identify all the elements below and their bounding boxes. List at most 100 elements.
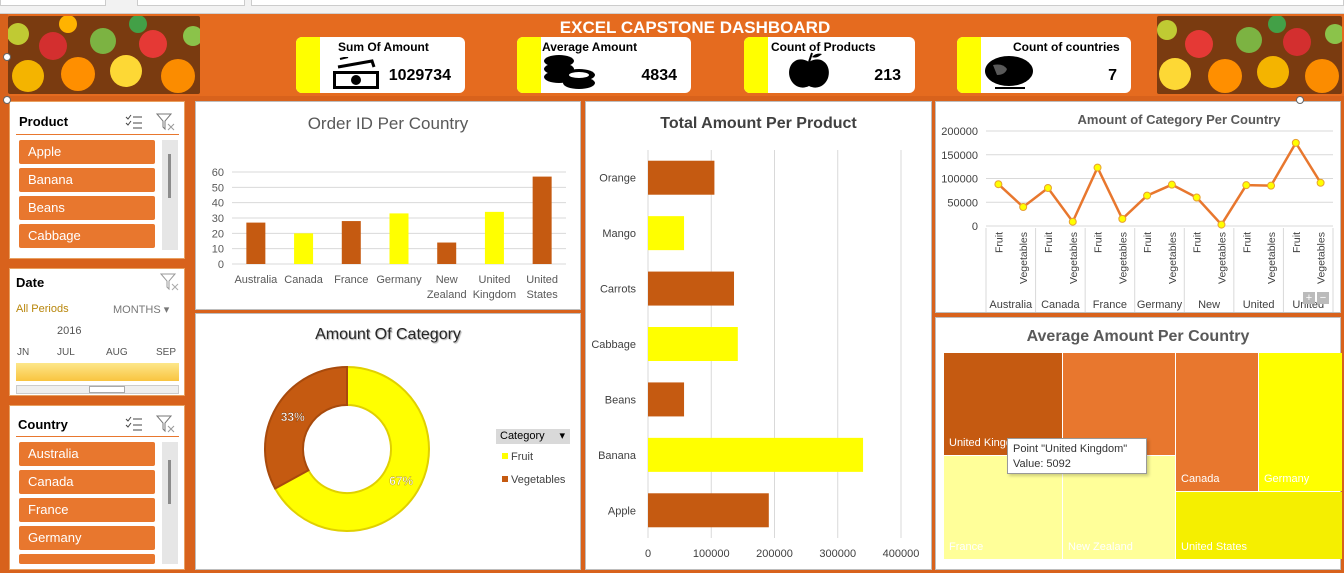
- x-tick-label: Vegetables: [1316, 232, 1328, 284]
- x-tick-label: States: [527, 289, 559, 301]
- legend-filter-button[interactable]: Category ▾: [496, 429, 570, 444]
- kpi-label: Sum Of Amount: [338, 40, 429, 54]
- y-tick-label: 150000: [941, 150, 978, 162]
- treemap-tile[interactable]: United States: [1176, 492, 1342, 559]
- timeline-scrollbar[interactable]: [16, 385, 179, 394]
- clear-filter-icon[interactable]: [156, 113, 176, 131]
- slicer-item-germany[interactable]: Germany: [19, 526, 155, 550]
- y-tick-label: 30: [212, 213, 224, 225]
- time-level-dropdown[interactable]: MONTHS ▾: [113, 303, 169, 316]
- legend-label: Vegetables: [511, 474, 566, 486]
- slicer-item-banana[interactable]: Banana: [19, 168, 155, 192]
- data-label: 33%: [281, 410, 305, 424]
- x-tick-label: 300000: [819, 548, 856, 560]
- treemap-tile[interactable]: Germany: [1259, 353, 1342, 491]
- timeline-scroll-thumb[interactable]: [89, 386, 125, 393]
- selection-handle[interactable]: [1296, 96, 1304, 104]
- globe-icon: [985, 56, 1033, 89]
- dropdown-arrow-icon: ▾: [559, 430, 565, 442]
- bar: [294, 233, 314, 264]
- total-amount-bars: 0 100000 200000 300000 400000 Orange Mango Carr…: [591, 150, 919, 560]
- clear-filter-icon[interactable]: [160, 273, 180, 291]
- bar: [648, 382, 685, 417]
- donut-slice: [264, 365, 348, 490]
- timeline-title: Date: [16, 275, 45, 290]
- category-country-line: 0 50000 100000 150000 200000 Fruit Vegetables F…: [941, 126, 1334, 312]
- slicer-title: Product: [19, 114, 69, 129]
- y-tick-label: Apple: [608, 505, 636, 517]
- selection-handle[interactable]: [3, 53, 11, 61]
- selection-handle[interactable]: [3, 96, 11, 104]
- treemap-tile[interactable]: Canada: [1176, 353, 1258, 491]
- y-tick-label: 40: [212, 198, 224, 210]
- money-icon: [333, 57, 379, 89]
- total-amount-chart[interactable]: Total Amount Per Product 0 100000 200000 30…: [585, 101, 932, 570]
- kpi-count-products[interactable]: Count of Products 213: [744, 37, 915, 93]
- y-tick-label: 60: [212, 167, 224, 179]
- data-point: [1019, 203, 1028, 211]
- kpi-label: Average Amount: [542, 40, 638, 54]
- y-tick-label: 100000: [941, 174, 978, 186]
- slicer-item-france[interactable]: France: [19, 498, 155, 522]
- formula-bar[interactable]: [251, 0, 1344, 6]
- collapse-field-button[interactable]: −: [1317, 292, 1329, 304]
- scrollbar-thumb[interactable]: [168, 460, 171, 504]
- x-tick-label: Vegetables: [1117, 232, 1129, 284]
- y-tick-label: 200000: [941, 126, 978, 138]
- category-country-chart[interactable]: Amount of Category Per Country 0 50000 100…: [935, 101, 1341, 313]
- slicer-item-cabbage[interactable]: Cabbage: [19, 224, 155, 248]
- timeline-month: JN: [17, 347, 30, 358]
- y-tick-label: Orange: [599, 173, 636, 185]
- expand-field-button[interactable]: +: [1303, 292, 1315, 304]
- kpi-sum-amount[interactable]: Sum Of Amount 1029734: [296, 37, 465, 93]
- kpi-label: Count of countries: [1013, 40, 1120, 54]
- kpi-accent-bar: [517, 37, 541, 93]
- slicer-item-beans[interactable]: Beans: [19, 196, 155, 220]
- legend-label: Fruit: [511, 451, 533, 463]
- scrollbar-thumb[interactable]: [168, 154, 171, 198]
- amount-category-chart[interactable]: Amount Of Category 67% Fruit 33% Vegetables…: [195, 313, 581, 570]
- bar: [246, 222, 266, 264]
- timeline-bar[interactable]: [16, 363, 179, 381]
- slicer-item-canada[interactable]: Canada: [19, 470, 155, 494]
- data-point: [1267, 181, 1276, 190]
- bar: [648, 493, 769, 528]
- order-id-chart[interactable]: Order ID Per Country 0 10 20 30 40 50 60 Austra…: [195, 101, 581, 310]
- country-slicer[interactable]: Country Australia Canada France Germany: [9, 405, 185, 570]
- sheet-tab[interactable]: [137, 0, 245, 6]
- scrollbar[interactable]: [162, 442, 178, 564]
- y-tick-label: Mango: [602, 228, 636, 240]
- y-tick-label: 50000: [947, 197, 978, 209]
- x-tick-label: Fruit: [993, 232, 1005, 253]
- time-level-label: MONTHS: [113, 304, 161, 316]
- kpi-average-amount[interactable]: Average Amount 4834: [517, 37, 691, 93]
- multi-select-icon[interactable]: [125, 416, 143, 432]
- x-tick-label: Fruit: [1291, 232, 1303, 253]
- x-tick-label: Australia: [234, 274, 278, 286]
- slicer-item-apple[interactable]: Apple: [19, 140, 155, 164]
- bar: [648, 327, 738, 361]
- data-point: [1118, 214, 1127, 223]
- data-point: [1316, 178, 1325, 187]
- y-tick-label: 0: [218, 259, 224, 271]
- clear-filter-icon[interactable]: [156, 415, 176, 433]
- slicer-item-partial[interactable]: [19, 554, 155, 564]
- x-tick-label: Zealand: [427, 289, 467, 301]
- scrollbar[interactable]: [162, 140, 178, 250]
- slicer-title: Country: [18, 417, 68, 432]
- slicer-divider: [16, 436, 179, 437]
- date-timeline[interactable]: Date All Periods MONTHS ▾ 2016 JN JUL AU…: [9, 268, 185, 396]
- average-country-chart[interactable]: Average Amount Per Country United Kingdo…: [935, 317, 1342, 570]
- bar: [648, 271, 735, 306]
- chevron-down-icon: ▾: [163, 304, 170, 316]
- y-tick-label: Carrots: [600, 284, 637, 296]
- sheet-tab[interactable]: [0, 0, 106, 6]
- kpi-count-countries[interactable]: Count of countries 7: [957, 37, 1131, 93]
- slicer-item-australia[interactable]: Australia: [19, 442, 155, 466]
- product-slicer[interactable]: Product Apple Banana Beans Cabbage: [9, 101, 185, 259]
- data-point: [1242, 181, 1251, 190]
- multi-select-icon[interactable]: [125, 114, 143, 130]
- data-point: [1068, 217, 1077, 226]
- x-tick-label: United: [526, 274, 558, 286]
- data-point: [1291, 138, 1300, 147]
